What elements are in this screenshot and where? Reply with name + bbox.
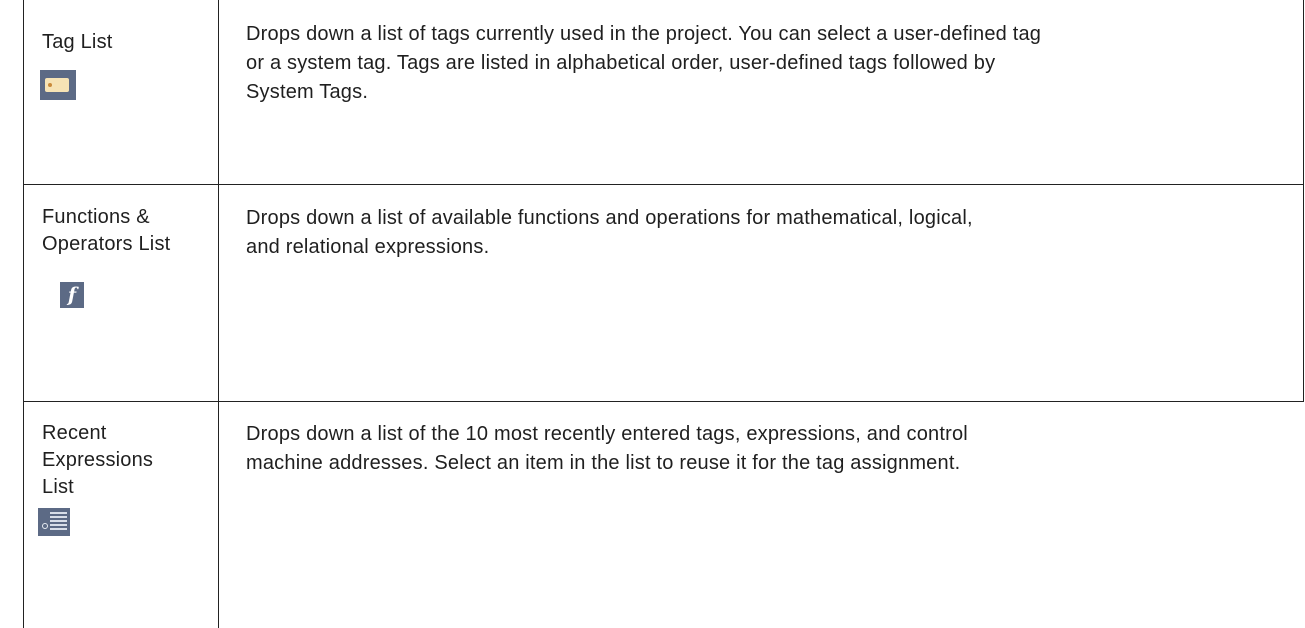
table-row-recent-expressions: Recent Expressions List Drops down a lis… bbox=[24, 402, 1303, 628]
recent-list-icon bbox=[38, 508, 70, 536]
reference-table: Tag List Drops down a list of tags curre… bbox=[0, 0, 1305, 628]
row-label: Functions & Operators List bbox=[42, 206, 171, 255]
tag-icon bbox=[40, 70, 76, 100]
description-line: or a system tag. Tags are listed in alph… bbox=[246, 52, 996, 74]
description-cell: Drops down a list of available functions… bbox=[246, 204, 1296, 262]
description-cell: Drops down a list of the 10 most recentl… bbox=[246, 420, 1296, 478]
list-lines bbox=[50, 512, 67, 532]
table-row-tag-list: Tag List Drops down a list of tags curre… bbox=[24, 0, 1303, 184]
tag-hole bbox=[48, 83, 52, 87]
description-line: System Tags. bbox=[246, 81, 369, 103]
row-label: Recent Expressions List bbox=[42, 422, 154, 498]
table-border-right bbox=[1303, 0, 1304, 402]
description-line: Drops down a list of the 10 most recentl… bbox=[246, 423, 968, 445]
description-line: Drops down a list of available functions… bbox=[246, 207, 973, 229]
description-line: machine addresses. Select an item in the… bbox=[246, 452, 961, 474]
description-line: and relational expressions. bbox=[246, 236, 490, 258]
description-line: Drops down a list of tags currently used… bbox=[246, 23, 1042, 45]
table-row-functions-operators: Functions & Operators List f Drops down … bbox=[24, 185, 1303, 401]
list-bullet bbox=[42, 523, 48, 529]
row-label: Tag List bbox=[42, 31, 113, 53]
function-icon: f bbox=[60, 282, 84, 308]
description-cell: Drops down a list of tags currently used… bbox=[246, 20, 1296, 107]
